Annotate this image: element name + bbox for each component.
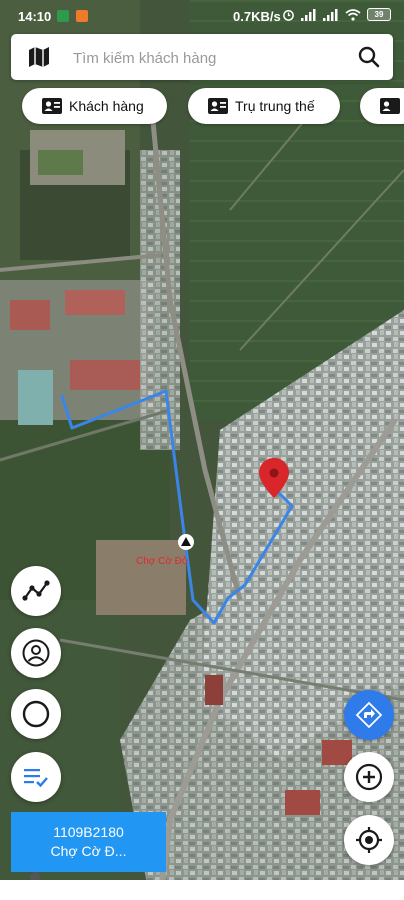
user-circle-icon [22,639,50,667]
profile-button[interactable] [11,628,61,678]
app-green-icon [57,10,69,22]
alarm-icon [283,10,294,21]
locate-icon [356,827,382,853]
chip-more[interactable] [360,88,404,124]
customer-code: 1109B2180 [53,824,124,840]
draw-circle-button[interactable] [11,689,61,739]
chip-customers[interactable]: Khách hàng [22,88,167,124]
zoom-in-icon [355,763,383,791]
selected-customer-card[interactable]: 1109B2180 Chợ Cờ Đ... [11,812,166,872]
my-location-button[interactable] [344,815,394,865]
chip-customers-label: Khách hàng [69,98,144,114]
battery-icon: 39 [367,8,391,21]
status-time: 14:10 [18,9,52,24]
signal-icon [323,8,338,21]
circle-draw-icon [22,700,50,728]
contact-card-icon [42,98,62,114]
wifi-icon [345,8,361,21]
app-orange-icon [76,10,88,22]
search-input[interactable] [71,42,345,74]
chip-medium-voltage-poles-label: Trụ trung thế [235,98,315,114]
search-icon[interactable] [357,45,381,69]
checklist-icon [24,769,48,788]
map-place-label: Chợ Cờ Đỏ [136,555,188,567]
contact-card-icon [380,98,400,114]
bottom-bar [0,880,404,900]
navigate-button[interactable] [344,690,394,740]
battery-level: 39 [374,10,384,19]
route-icon [22,580,50,601]
status-bar: 14:10 0.7KB/s 39 [0,0,404,34]
customer-name: Chợ Cờ Đ... [50,843,127,859]
signal-icon [301,8,316,21]
contact-card-icon [208,98,228,114]
search-bar [11,34,393,80]
satellite-map[interactable]: Chợ Cờ Đỏ [0,0,404,900]
start-marker-icon[interactable] [178,534,194,550]
navigate-icon [355,701,383,729]
chip-medium-voltage-poles[interactable]: Trụ trung thế [188,88,340,124]
zoom-in-button[interactable] [344,752,394,802]
map-icon[interactable] [27,45,51,69]
route-button[interactable] [11,566,61,616]
checklist-button[interactable] [11,752,61,802]
network-speed: 0.7KB/s [233,9,281,24]
